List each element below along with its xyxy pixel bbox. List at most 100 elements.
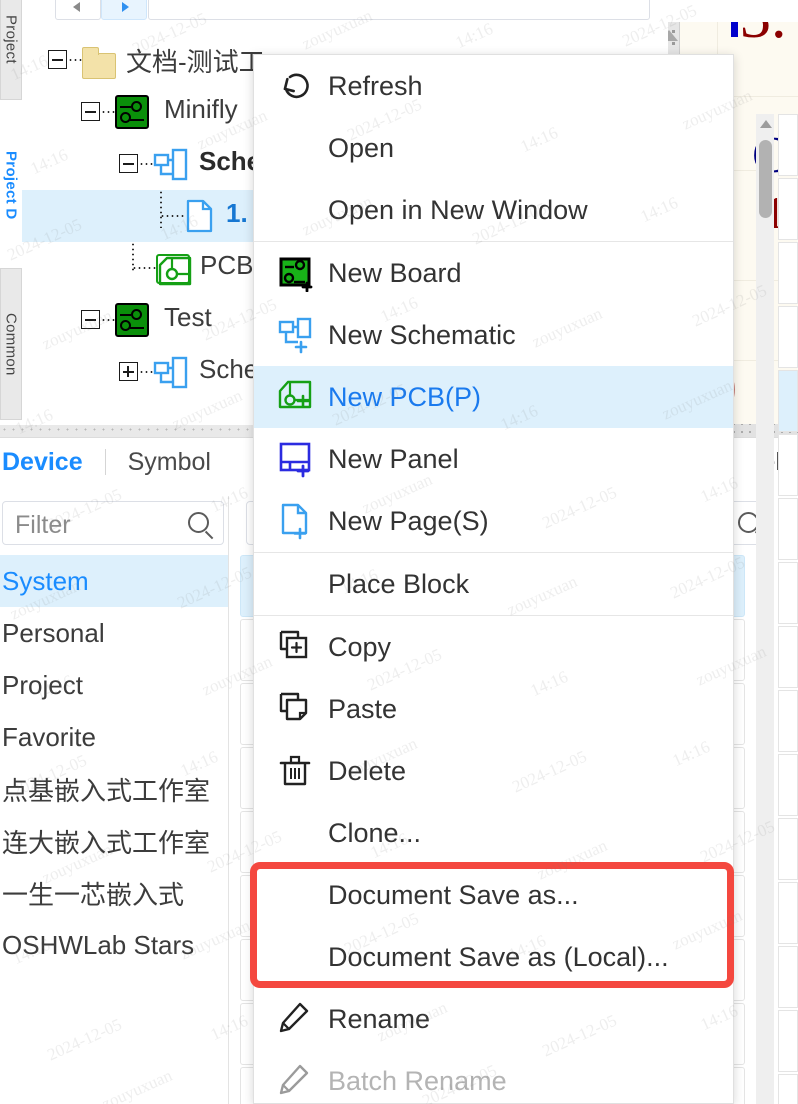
list-item[interactable]: [778, 626, 798, 688]
category-label: Favorite: [2, 721, 96, 752]
nav-back-button[interactable]: [55, 0, 101, 20]
list-item[interactable]: [778, 690, 798, 752]
schematic-icon: [153, 356, 189, 390]
new-pcb-icon: [276, 378, 320, 416]
list-item[interactable]: [778, 818, 798, 880]
list-item[interactable]: [778, 1074, 798, 1104]
menu-item-open-in-new-window[interactable]: Open in New Window: [254, 179, 733, 241]
context-menu: Refresh Open Open in New Window New Boar…: [253, 54, 734, 1104]
tab-device[interactable]: Device: [0, 448, 105, 477]
menu-item-document-save-as[interactable]: Document Save as...: [254, 864, 733, 926]
document-icon: [186, 199, 213, 233]
category-label: System: [2, 565, 89, 596]
category-label: OSHWLab Stars: [2, 929, 195, 960]
list-item[interactable]: [778, 754, 798, 816]
menu-item-label: Open: [328, 132, 395, 163]
paste-icon: [276, 690, 320, 728]
tree-expander-expand-icon[interactable]: [119, 362, 138, 381]
menu-item-new-schematic[interactable]: New Schematic: [254, 304, 733, 366]
address-input[interactable]: [148, 0, 650, 20]
category-item-personal[interactable]: Personal: [0, 607, 228, 659]
tree-expander-collapse-icon[interactable]: [48, 50, 67, 69]
tree-row-label: 1.: [226, 198, 248, 228]
menu-item-label: New Board: [328, 257, 462, 288]
tree-expander-collapse-icon[interactable]: [81, 310, 100, 329]
list-item[interactable]: [778, 946, 798, 1008]
result-list-overflow: [778, 114, 798, 1104]
filter-input[interactable]: Filter: [2, 501, 224, 545]
menu-item-new-board[interactable]: New Board: [254, 242, 733, 304]
list-item[interactable]: [778, 370, 798, 432]
pencil-icon: [276, 1000, 320, 1038]
menu-item-rename[interactable]: Rename: [254, 988, 733, 1050]
menu-item-label: New Page(S): [328, 505, 489, 536]
rail-tab-project[interactable]: Project: [0, 0, 22, 100]
menu-item-label: Document Save as...: [328, 879, 579, 910]
menu-item-clone[interactable]: Clone...: [254, 802, 733, 864]
schematic-icon: [153, 148, 189, 182]
menu-item-label: Delete: [328, 755, 407, 786]
menu-item-paste[interactable]: Paste: [254, 678, 733, 740]
category-label: 一生一芯嵌入式: [2, 879, 185, 910]
chevron-left-icon: [73, 2, 80, 12]
list-item[interactable]: [778, 1010, 798, 1072]
refresh-icon: [276, 67, 320, 105]
board-icon: [115, 95, 149, 129]
trash-icon: [276, 752, 320, 790]
tree-row-label: Minifly: [164, 94, 238, 124]
menu-item-new-panel[interactable]: New Panel: [254, 428, 733, 490]
new-board-icon: [276, 254, 320, 293]
tree-expander-collapse-icon[interactable]: [81, 102, 100, 121]
category-item-project[interactable]: Project: [0, 659, 228, 711]
list-item[interactable]: [778, 178, 798, 240]
tab-symbol[interactable]: Symbol: [106, 448, 233, 477]
vertical-scrollbar-track[interactable]: [756, 114, 774, 1104]
menu-item-delete[interactable]: Delete: [254, 740, 733, 802]
new-page-icon: [276, 502, 320, 540]
category-label: Personal: [2, 617, 105, 648]
menu-item-label: Batch Rename: [328, 1065, 507, 1096]
vertical-scrollbar-thumb[interactable]: [759, 140, 772, 218]
menu-item-label: Document Save as (Local)...: [328, 941, 669, 972]
menu-item-label: Paste: [328, 693, 398, 724]
menu-item-new-page[interactable]: New Page(S): [254, 490, 733, 552]
menu-item-refresh[interactable]: Refresh: [254, 55, 733, 117]
search-icon[interactable]: [188, 512, 209, 533]
tab-label: Device: [2, 447, 83, 476]
new-panel-icon: [276, 440, 320, 478]
category-label: 连大嵌入式工作室: [2, 827, 211, 858]
tab-label: Symbol: [127, 447, 211, 476]
category-item-lianda[interactable]: 连大嵌入式工作室: [0, 815, 228, 867]
nav-forward-button[interactable]: [101, 0, 147, 20]
category-item-favorite[interactable]: Favorite: [0, 711, 228, 763]
rail-tab-project-design[interactable]: Project D: [0, 105, 22, 265]
list-item[interactable]: [778, 242, 798, 304]
rail-tab-label: Project: [2, 14, 20, 64]
copy-icon: [276, 628, 320, 666]
tree-expander-collapse-icon[interactable]: [119, 154, 138, 173]
menu-item-document-save-as-local[interactable]: Document Save as (Local)...: [254, 926, 733, 988]
new-schematic-icon: [276, 316, 320, 354]
list-item[interactable]: [778, 562, 798, 624]
category-item-oshwlab[interactable]: OSHWLab Stars: [0, 919, 228, 971]
menu-item-place-block[interactable]: Place Block: [254, 553, 733, 615]
list-item[interactable]: [778, 434, 798, 496]
category-item-system[interactable]: System: [0, 555, 228, 607]
scroll-up-arrow-icon[interactable]: [760, 120, 772, 128]
category-item-dianji[interactable]: 点基嵌入式工作室: [0, 763, 228, 815]
panel-divider: [228, 496, 229, 1104]
folder-icon: [81, 47, 116, 79]
list-item[interactable]: [778, 114, 798, 176]
rail-tab-common[interactable]: Common: [0, 268, 22, 420]
menu-item-copy[interactable]: Copy: [254, 616, 733, 678]
screen-root: 3. C 1 ) Project Project D Common: [0, 0, 798, 1104]
side-rail: Project Project D Common: [0, 0, 22, 440]
list-item[interactable]: [778, 306, 798, 368]
list-item[interactable]: [778, 498, 798, 560]
menu-item-label: New PCB(P): [328, 381, 482, 412]
category-item-yishengyixin[interactable]: 一生一芯嵌入式: [0, 867, 228, 919]
menu-item-open[interactable]: Open: [254, 117, 733, 179]
menu-item-label: Rename: [328, 1003, 431, 1034]
menu-item-new-pcb[interactable]: New PCB(P): [254, 366, 733, 428]
list-item[interactable]: [778, 882, 798, 944]
